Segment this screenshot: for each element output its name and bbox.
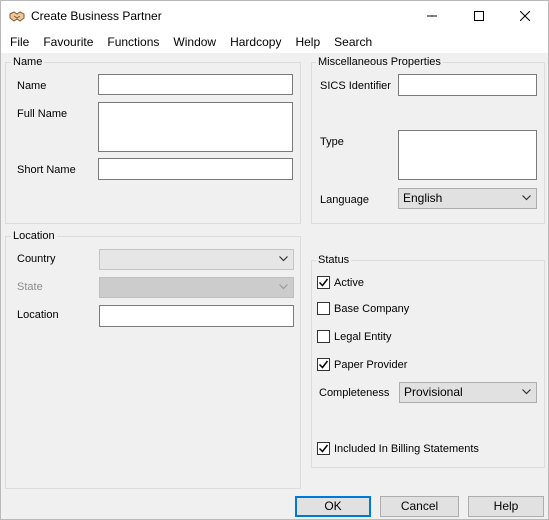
- completeness-select[interactable]: Provisional: [399, 382, 537, 403]
- ok-button[interactable]: OK: [295, 496, 371, 517]
- minimize-button[interactable]: [409, 1, 455, 31]
- language-label: Language: [320, 194, 369, 206]
- chevron-down-icon: [279, 284, 288, 290]
- sics-identifier-input[interactable]: [398, 74, 537, 96]
- name-group: Name Name Full Name Short Name: [5, 55, 301, 224]
- name-label: Name: [17, 80, 47, 92]
- paper-provider-checkbox-row[interactable]: Paper Provider: [317, 358, 407, 371]
- name-group-title: Name: [11, 55, 45, 69]
- create-business-partner-window: Create Business Partner File Favourite F…: [0, 0, 549, 520]
- short-name-input[interactable]: [98, 158, 293, 180]
- title-bar: Create Business Partner: [1, 1, 548, 31]
- paper-provider-label: Paper Provider: [334, 358, 408, 371]
- status-group: Status Active Base Company Legal Entity …: [311, 253, 545, 468]
- menu-hardcopy[interactable]: Hardcopy: [223, 31, 288, 53]
- maximize-button[interactable]: [456, 1, 502, 31]
- close-button[interactable]: [502, 1, 548, 31]
- short-name-label: Short Name: [17, 164, 76, 176]
- cancel-button[interactable]: Cancel: [380, 496, 459, 517]
- chevron-down-icon: [522, 389, 531, 395]
- language-select[interactable]: English: [398, 188, 537, 209]
- checkmark-icon: [318, 444, 329, 453]
- legal-entity-label: Legal Entity: [334, 330, 392, 343]
- completeness-label: Completeness: [319, 387, 390, 399]
- sics-identifier-label: SICS Identifier: [320, 80, 391, 92]
- misc-properties-group: Miscellaneous Properties SICS Identifier…: [311, 55, 545, 224]
- handshake-icon: [9, 9, 25, 23]
- chevron-down-icon: [279, 256, 288, 262]
- base-company-checkbox[interactable]: [317, 302, 330, 315]
- help-button[interactable]: Help: [468, 496, 544, 517]
- state-label: State: [17, 281, 43, 293]
- billing-checkbox[interactable]: [317, 442, 330, 455]
- location-group-title: Location: [11, 229, 57, 243]
- type-label: Type: [320, 136, 344, 148]
- location-input[interactable]: [99, 305, 294, 327]
- active-label: Active: [334, 276, 364, 289]
- paper-provider-checkbox[interactable]: [317, 358, 330, 371]
- misc-group-title: Miscellaneous Properties: [316, 55, 443, 69]
- close-icon: [520, 11, 530, 21]
- billing-checkbox-row[interactable]: Included In Billing Statements: [317, 442, 479, 455]
- legal-entity-checkbox-row[interactable]: Legal Entity: [317, 330, 391, 343]
- full-name-input[interactable]: [98, 102, 293, 152]
- location-group: Location Country State Location: [5, 229, 301, 489]
- language-value: English: [403, 191, 443, 205]
- chevron-down-icon: [522, 195, 531, 201]
- menu-favourite[interactable]: Favourite: [36, 31, 100, 53]
- maximize-icon: [474, 11, 484, 21]
- window-title: Create Business Partner: [31, 9, 162, 23]
- location-label: Location: [17, 309, 59, 321]
- completeness-value: Provisional: [404, 385, 463, 399]
- menu-search[interactable]: Search: [327, 31, 379, 53]
- name-input[interactable]: [98, 74, 293, 95]
- full-name-label: Full Name: [17, 108, 68, 120]
- type-input[interactable]: [398, 130, 537, 180]
- menu-help[interactable]: Help: [288, 31, 327, 53]
- checkmark-icon: [318, 360, 329, 369]
- active-checkbox[interactable]: [317, 276, 330, 289]
- menu-bar: File Favourite Functions Window Hardcopy…: [1, 31, 548, 53]
- menu-file[interactable]: File: [3, 31, 36, 53]
- status-group-title: Status: [316, 253, 352, 267]
- minimize-icon: [427, 15, 437, 17]
- checkmark-icon: [318, 278, 329, 287]
- menu-functions[interactable]: Functions: [100, 31, 166, 53]
- legal-entity-checkbox[interactable]: [317, 330, 330, 343]
- country-select[interactable]: [99, 249, 294, 270]
- menu-window[interactable]: Window: [166, 31, 223, 53]
- billing-label: Included In Billing Statements: [334, 442, 479, 455]
- country-label: Country: [17, 253, 56, 265]
- base-company-checkbox-row[interactable]: Base Company: [317, 302, 409, 315]
- base-company-label: Base Company: [334, 302, 410, 315]
- active-checkbox-row[interactable]: Active: [317, 276, 364, 289]
- state-select: [99, 277, 294, 298]
